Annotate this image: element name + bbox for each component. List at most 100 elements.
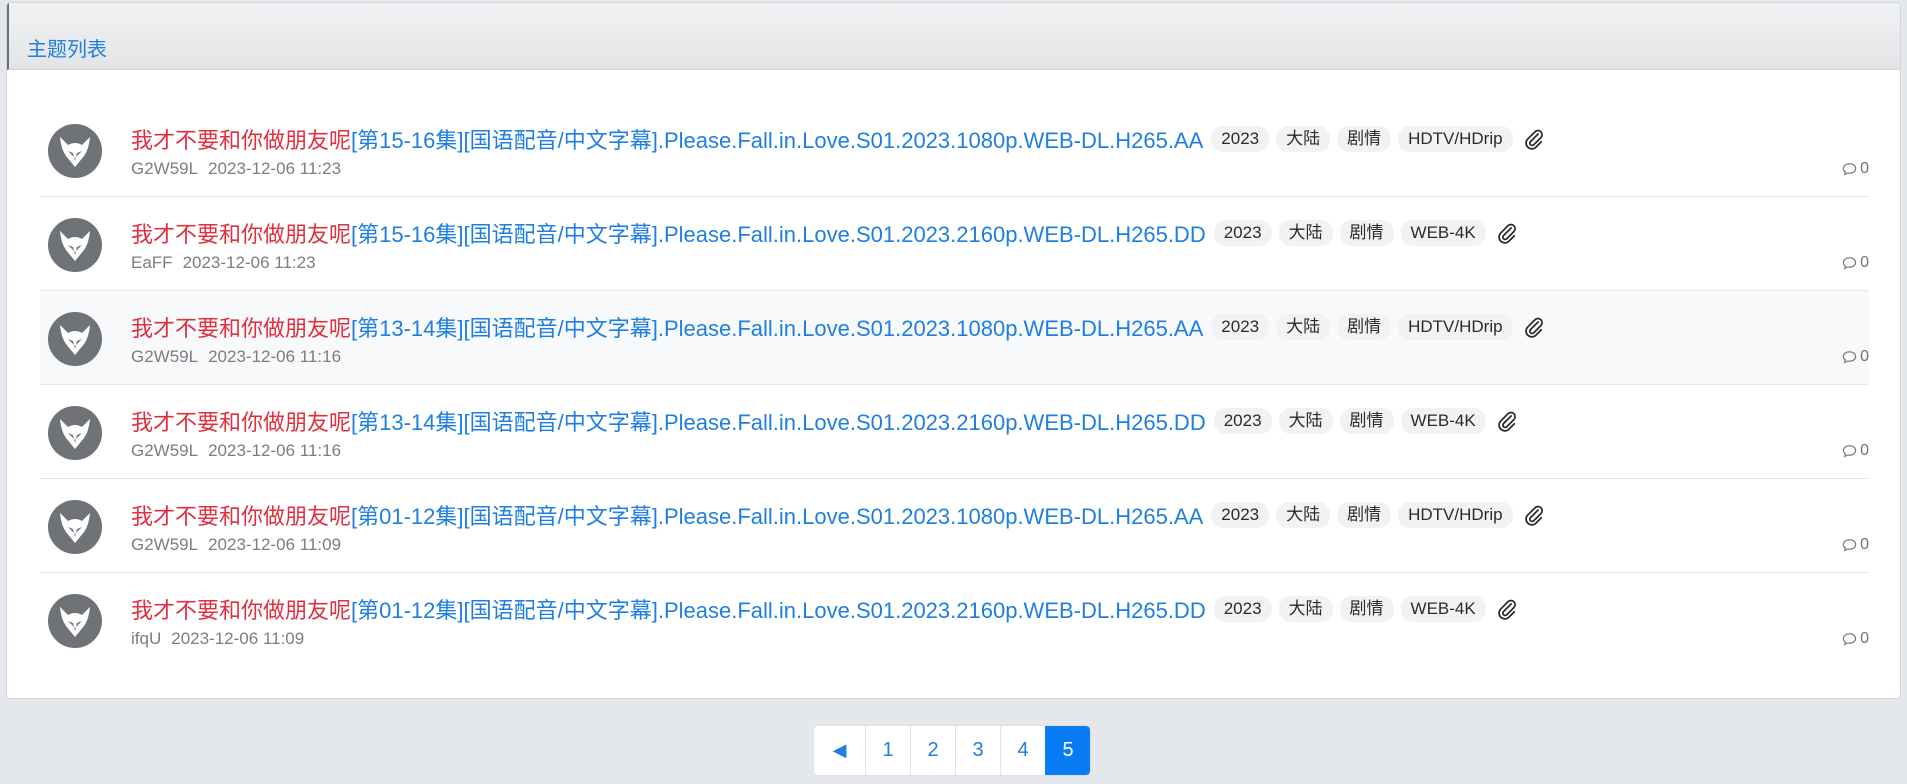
attachment-icon [1523, 316, 1545, 338]
comment-count-value: 0 [1860, 630, 1869, 647]
thread-time: 2023-12-06 11:23 [208, 159, 342, 178]
avatar-mask-icon [60, 325, 90, 355]
thread-tag[interactable]: 2023 [1211, 314, 1270, 340]
thread-tag[interactable]: WEB-4K [1400, 596, 1486, 622]
thread-title-link[interactable]: [第13-14集][国语配音/中文字幕].Please.Fall.in.Love… [351, 405, 1206, 437]
thread-list: 我才不要和你做朋友呢 [第15-16集][国语配音/中文字幕].Please.Fa… [40, 103, 1869, 667]
comment-count-value: 0 [1860, 160, 1869, 177]
thread-author[interactable]: G2W59L [131, 535, 198, 554]
pagination-page-2[interactable]: 2 [910, 726, 955, 775]
thread-tag[interactable]: WEB-4K [1400, 408, 1486, 434]
thread-title-highlight[interactable]: 我才不要和你做朋友呢 [131, 311, 351, 343]
thread-title-highlight[interactable]: 我才不要和你做朋友呢 [131, 593, 351, 625]
thread-title-line: 我才不要和你做朋友呢 [第15-16集][国语配音/中文字幕].Please.Fa… [131, 123, 1545, 155]
thread-tag[interactable]: 大陆 [1276, 126, 1331, 152]
thread-meta: ifqU 2023-12-06 11:09 [131, 629, 304, 649]
thread-tag[interactable]: 大陆 [1278, 220, 1333, 246]
thread-tag[interactable]: 2023 [1211, 126, 1270, 152]
thread-title-highlight[interactable]: 我才不要和你做朋友呢 [131, 499, 351, 531]
thread-title-link[interactable]: [第15-16集][国语配音/中文字幕].Please.Fall.in.Love… [351, 123, 1203, 155]
comment-icon [1842, 257, 1857, 270]
thread-title-line: 我才不要和你做朋友呢 [第01-12集][国语配音/中文字幕].Please.Fa… [131, 499, 1545, 531]
thread-title-line: 我才不要和你做朋友呢 [第15-16集][国语配音/中文字幕].Please.Fa… [131, 217, 1518, 249]
comment-count-value: 0 [1860, 536, 1869, 553]
thread-tag[interactable]: 大陆 [1278, 408, 1333, 434]
thread-author[interactable]: EaFF [131, 253, 173, 272]
avatar[interactable] [48, 218, 102, 272]
thread-title-highlight[interactable]: 我才不要和你做朋友呢 [131, 123, 351, 155]
comment-count: 0 [1842, 442, 1869, 460]
avatar[interactable] [48, 500, 102, 554]
thread-tag[interactable]: 大陆 [1276, 502, 1331, 528]
thread-title-link[interactable]: [第01-12集][国语配音/中文字幕].Please.Fall.in.Love… [351, 593, 1206, 625]
thread-tag[interactable]: 2023 [1213, 408, 1272, 434]
comment-icon [1842, 633, 1857, 646]
thread-row: 我才不要和你做朋友呢 [第13-14集][国语配音/中文字幕].Please.Fa… [40, 291, 1869, 385]
thread-title-line: 我才不要和你做朋友呢 [第13-14集][国语配音/中文字幕].Please.Fa… [131, 405, 1518, 437]
thread-tag[interactable]: HDTV/HDrip [1398, 126, 1513, 152]
thread-title-highlight[interactable]: 我才不要和你做朋友呢 [131, 405, 351, 437]
thread-tag[interactable]: WEB-4K [1400, 220, 1486, 246]
comment-count: 0 [1842, 348, 1869, 366]
thread-time: 2023-12-06 11:09 [208, 535, 342, 554]
comment-count-value: 0 [1860, 442, 1869, 459]
avatar[interactable] [48, 406, 102, 460]
thread-row: 我才不要和你做朋友呢 [第13-14集][国语配音/中文字幕].Please.Fa… [40, 385, 1869, 479]
avatar-mask-icon [60, 231, 90, 261]
thread-row: 我才不要和你做朋友呢 [第15-16集][国语配音/中文字幕].Please.Fa… [40, 197, 1869, 291]
pagination-page-4[interactable]: 4 [1000, 726, 1045, 775]
thread-tag[interactable]: 剧情 [1337, 502, 1392, 528]
thread-author[interactable]: G2W59L [131, 159, 198, 178]
comment-count-value: 0 [1860, 348, 1869, 365]
thread-tag[interactable]: 2023 [1213, 220, 1272, 246]
thread-author[interactable]: G2W59L [131, 347, 198, 366]
thread-tag[interactable]: 剧情 [1337, 314, 1392, 340]
thread-tag[interactable]: 剧情 [1337, 126, 1392, 152]
thread-tag[interactable]: HDTV/HDrip [1398, 314, 1513, 340]
thread-time: 2023-12-06 11:16 [208, 347, 342, 366]
thread-row: 我才不要和你做朋友呢 [第01-12集][国语配音/中文字幕].Please.Fa… [40, 479, 1869, 573]
attachment-icon [1523, 128, 1545, 150]
panel-header: 主题列表 [7, 3, 1900, 70]
thread-author[interactable]: ifqU [131, 629, 161, 648]
thread-tag[interactable]: 剧情 [1339, 596, 1394, 622]
avatar[interactable] [48, 594, 102, 648]
attachment-icon [1496, 598, 1518, 620]
thread-title-link[interactable]: [第13-14集][国语配音/中文字幕].Please.Fall.in.Love… [351, 311, 1203, 343]
thread-meta: G2W59L 2023-12-06 11:23 [131, 159, 341, 179]
comment-count-value: 0 [1860, 254, 1869, 271]
thread-row: 我才不要和你做朋友呢 [第15-16集][国语配音/中文字幕].Please.Fa… [40, 103, 1869, 197]
panel-title: 主题列表 [27, 39, 107, 61]
thread-tag[interactable]: 剧情 [1339, 220, 1394, 246]
thread-tag[interactable]: HDTV/HDrip [1398, 502, 1513, 528]
pagination-page-5[interactable]: 5 [1045, 726, 1090, 775]
thread-tag[interactable]: 2023 [1211, 502, 1270, 528]
thread-time: 2023-12-06 11:23 [182, 253, 316, 272]
thread-tag[interactable]: 大陆 [1276, 314, 1331, 340]
comment-icon [1842, 539, 1857, 552]
thread-time: 2023-12-06 11:09 [171, 629, 305, 648]
avatar-mask-icon [60, 513, 90, 543]
pagination-page-1[interactable]: 1 [865, 726, 910, 775]
thread-meta: G2W59L 2023-12-06 11:09 [131, 535, 341, 555]
pagination: ◀ 1 2 3 4 5 [813, 725, 1091, 776]
thread-meta: G2W59L 2023-12-06 11:16 [131, 347, 341, 367]
comment-count: 0 [1842, 630, 1869, 648]
thread-tag[interactable]: 2023 [1213, 596, 1272, 622]
thread-title-highlight[interactable]: 我才不要和你做朋友呢 [131, 217, 351, 249]
pagination-page-3[interactable]: 3 [955, 726, 1000, 775]
thread-title-link[interactable]: [第15-16集][国语配音/中文字幕].Please.Fall.in.Love… [351, 217, 1206, 249]
thread-title-link[interactable]: [第01-12集][国语配音/中文字幕].Please.Fall.in.Love… [351, 499, 1203, 531]
comment-count: 0 [1842, 536, 1869, 554]
avatar[interactable] [48, 312, 102, 366]
comment-icon [1842, 351, 1857, 364]
thread-meta: G2W59L 2023-12-06 11:16 [131, 441, 341, 461]
thread-tag[interactable]: 剧情 [1339, 408, 1394, 434]
attachment-icon [1496, 410, 1518, 432]
thread-tag[interactable]: 大陆 [1278, 596, 1333, 622]
comment-count: 0 [1842, 254, 1869, 272]
thread-time: 2023-12-06 11:16 [208, 441, 342, 460]
pagination-prev[interactable]: ◀ [814, 726, 865, 775]
avatar[interactable] [48, 124, 102, 178]
thread-author[interactable]: G2W59L [131, 441, 198, 460]
